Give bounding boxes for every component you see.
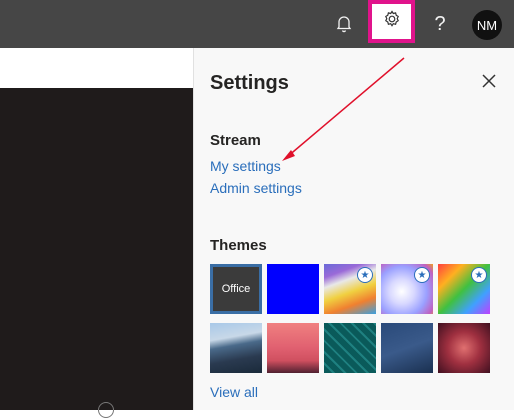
help-button[interactable]: ? — [420, 0, 460, 48]
theme-rainbow[interactable]: ★ — [324, 264, 376, 314]
main-content-area — [0, 88, 193, 410]
my-settings-link[interactable]: My settings — [210, 158, 281, 174]
close-icon[interactable] — [480, 72, 498, 90]
theme-office[interactable]: Office — [210, 264, 262, 314]
star-icon: ★ — [414, 267, 430, 283]
star-icon: ★ — [357, 267, 373, 283]
avatar-initials: NM — [476, 17, 498, 33]
settings-title: Settings — [210, 72, 289, 94]
theme-unicorn[interactable]: ★ — [438, 264, 490, 314]
top-bar: ? NM — [0, 0, 514, 48]
theme-office-label: Office — [221, 283, 251, 295]
theme-ocean[interactable] — [381, 323, 433, 373]
theme-circuit[interactable] — [324, 323, 376, 373]
theme-abstract[interactable]: ★ — [381, 264, 433, 314]
admin-settings-link[interactable]: Admin settings — [210, 180, 302, 196]
theme-mountain[interactable] — [210, 323, 262, 373]
left-header-strip — [0, 48, 193, 88]
circle-icon — [98, 402, 114, 418]
view-all-link[interactable]: View all — [210, 384, 258, 400]
help-icon: ? — [434, 12, 446, 35]
settings-panel: Settings Stream My settings Admin settin… — [193, 48, 514, 410]
bell-icon[interactable] — [324, 0, 364, 48]
theme-blue[interactable] — [267, 264, 319, 314]
star-icon: ★ — [471, 267, 487, 283]
stream-heading: Stream — [210, 132, 261, 149]
gear-button[interactable] — [368, 0, 415, 43]
themes-heading: Themes — [210, 237, 267, 254]
avatar[interactable]: NM — [472, 10, 502, 40]
theme-bokeh[interactable] — [438, 323, 490, 373]
theme-palms[interactable] — [267, 323, 319, 373]
gear-icon — [382, 9, 402, 34]
